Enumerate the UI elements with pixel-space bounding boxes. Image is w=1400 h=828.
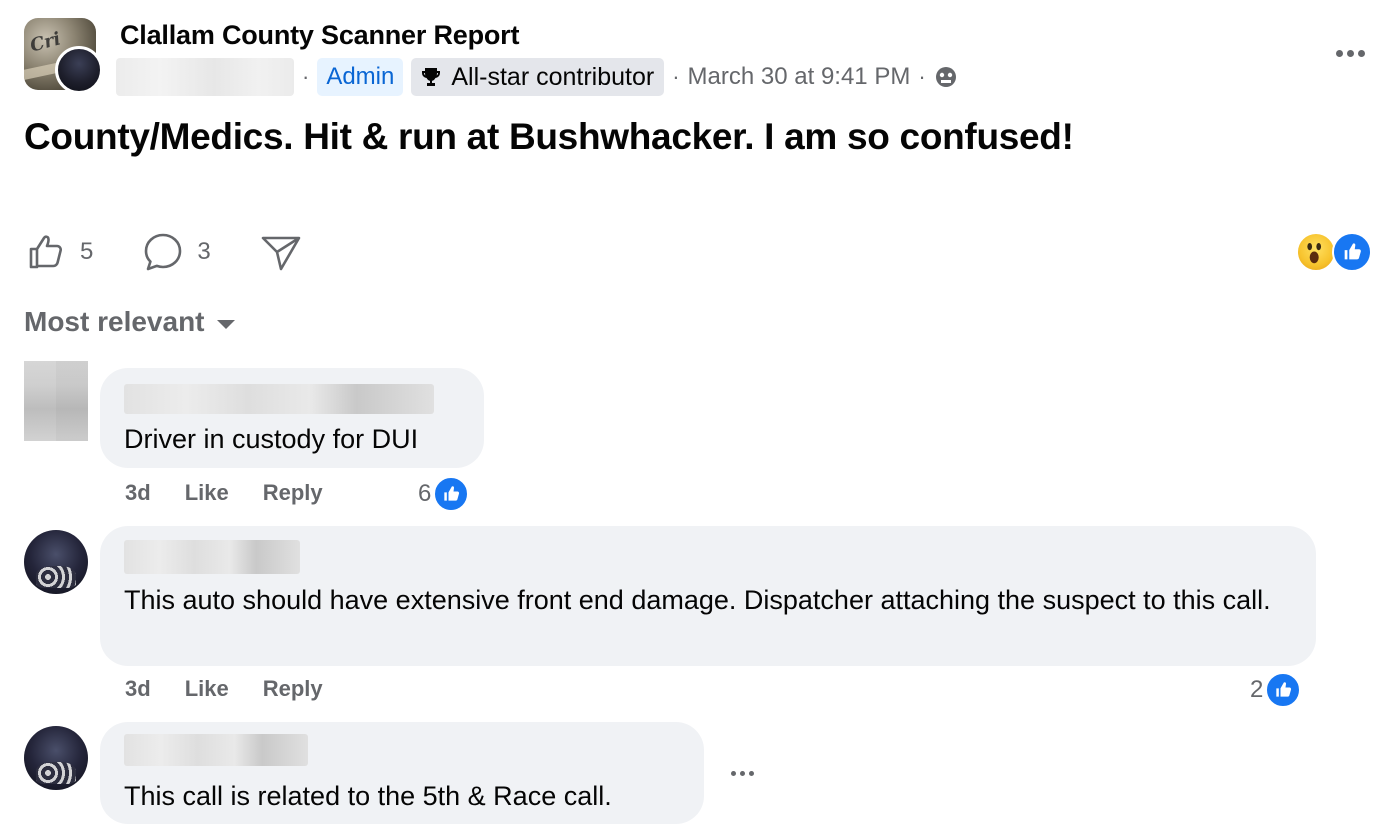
comment-like-button[interactable]: Like	[185, 676, 229, 702]
meta-separator: ·	[672, 64, 680, 89]
commenter-avatar[interactable]	[24, 726, 88, 790]
admin-badge[interactable]: Admin	[317, 58, 404, 96]
comment-reaction-count[interactable]: 2	[1250, 672, 1302, 708]
like-count: 5	[80, 238, 94, 265]
comment-actions: 3d Like Reply	[125, 480, 357, 506]
share-button[interactable]	[259, 230, 303, 274]
like-reaction-icon	[1332, 232, 1372, 272]
comment-bubble: This call is related to the 5th & Race c…	[100, 722, 704, 824]
trophy-icon	[422, 68, 441, 86]
comment-reply-button[interactable]: Reply	[263, 676, 323, 702]
post-text: County/Medics. Hit & run at Bushwhacker.…	[24, 116, 1074, 157]
like-reaction-icon	[1265, 672, 1302, 708]
blurred-poster-name[interactable]	[116, 58, 294, 96]
reaction-summary[interactable]	[1296, 232, 1372, 272]
commenter-avatar[interactable]	[24, 530, 88, 594]
comment-bubble: Driver in custody for DUI	[100, 368, 484, 468]
contributor-label: All-star contributor	[451, 63, 655, 91]
comment-text: This auto should have extensive front en…	[124, 585, 1271, 615]
comment-button[interactable]: 3	[141, 230, 211, 274]
comment-text: Driver in custody for DUI	[124, 424, 419, 454]
globe-icon[interactable]	[934, 65, 958, 89]
comment-time[interactable]: 3d	[125, 676, 151, 702]
all-star-contributor-badge[interactable]: All-star contributor	[411, 58, 665, 96]
like-reaction-icon	[433, 476, 470, 512]
group-avatar[interactable]: Cri	[24, 18, 103, 94]
comment-reaction-number: 2	[1250, 676, 1264, 703]
like-button[interactable]: 5	[24, 230, 93, 274]
comment-reaction-count[interactable]: 6	[418, 476, 470, 512]
comment-sort-dropdown[interactable]: Most relevant	[24, 306, 235, 338]
comment-bubble-icon	[145, 233, 182, 271]
group-image-logo: Cri	[27, 28, 63, 57]
comment-count: 3	[197, 238, 211, 265]
comment-more-options-icon[interactable]	[729, 771, 756, 776]
more-options-icon[interactable]	[1330, 38, 1370, 68]
comment-actions: 3d Like Reply	[125, 676, 357, 702]
comment-reply-button[interactable]: Reply	[263, 480, 323, 506]
wow-reaction-icon	[1296, 232, 1336, 272]
thumbs-up-icon	[29, 235, 63, 269]
poster-avatar[interactable]	[55, 46, 103, 94]
chevron-down-icon	[216, 319, 235, 329]
post-meta: · Admin All-star contributor · March 30 …	[116, 57, 958, 97]
comment-text: This call is related to the 5th & Race c…	[124, 781, 612, 811]
post-timestamp[interactable]: March 30 at 9:41 PM	[688, 63, 911, 91]
meta-separator: ·	[302, 64, 310, 89]
comment-time[interactable]: 3d	[125, 480, 151, 506]
commenter-avatar[interactable]	[24, 361, 88, 441]
blurred-commenter-name[interactable]	[124, 734, 308, 766]
blurred-commenter-name[interactable]	[124, 540, 300, 574]
comment-like-button[interactable]: Like	[185, 480, 229, 506]
blurred-commenter-name[interactable]	[124, 384, 434, 414]
meta-separator: ·	[918, 64, 926, 89]
group-name-link[interactable]: Clallam County Scanner Report	[120, 20, 519, 51]
comment-reaction-number: 6	[418, 480, 432, 507]
share-icon	[261, 236, 301, 271]
comment-bubble: This auto should have extensive front en…	[100, 526, 1316, 666]
sort-label: Most relevant	[24, 306, 205, 337]
post-actions: 5 3	[24, 226, 351, 278]
